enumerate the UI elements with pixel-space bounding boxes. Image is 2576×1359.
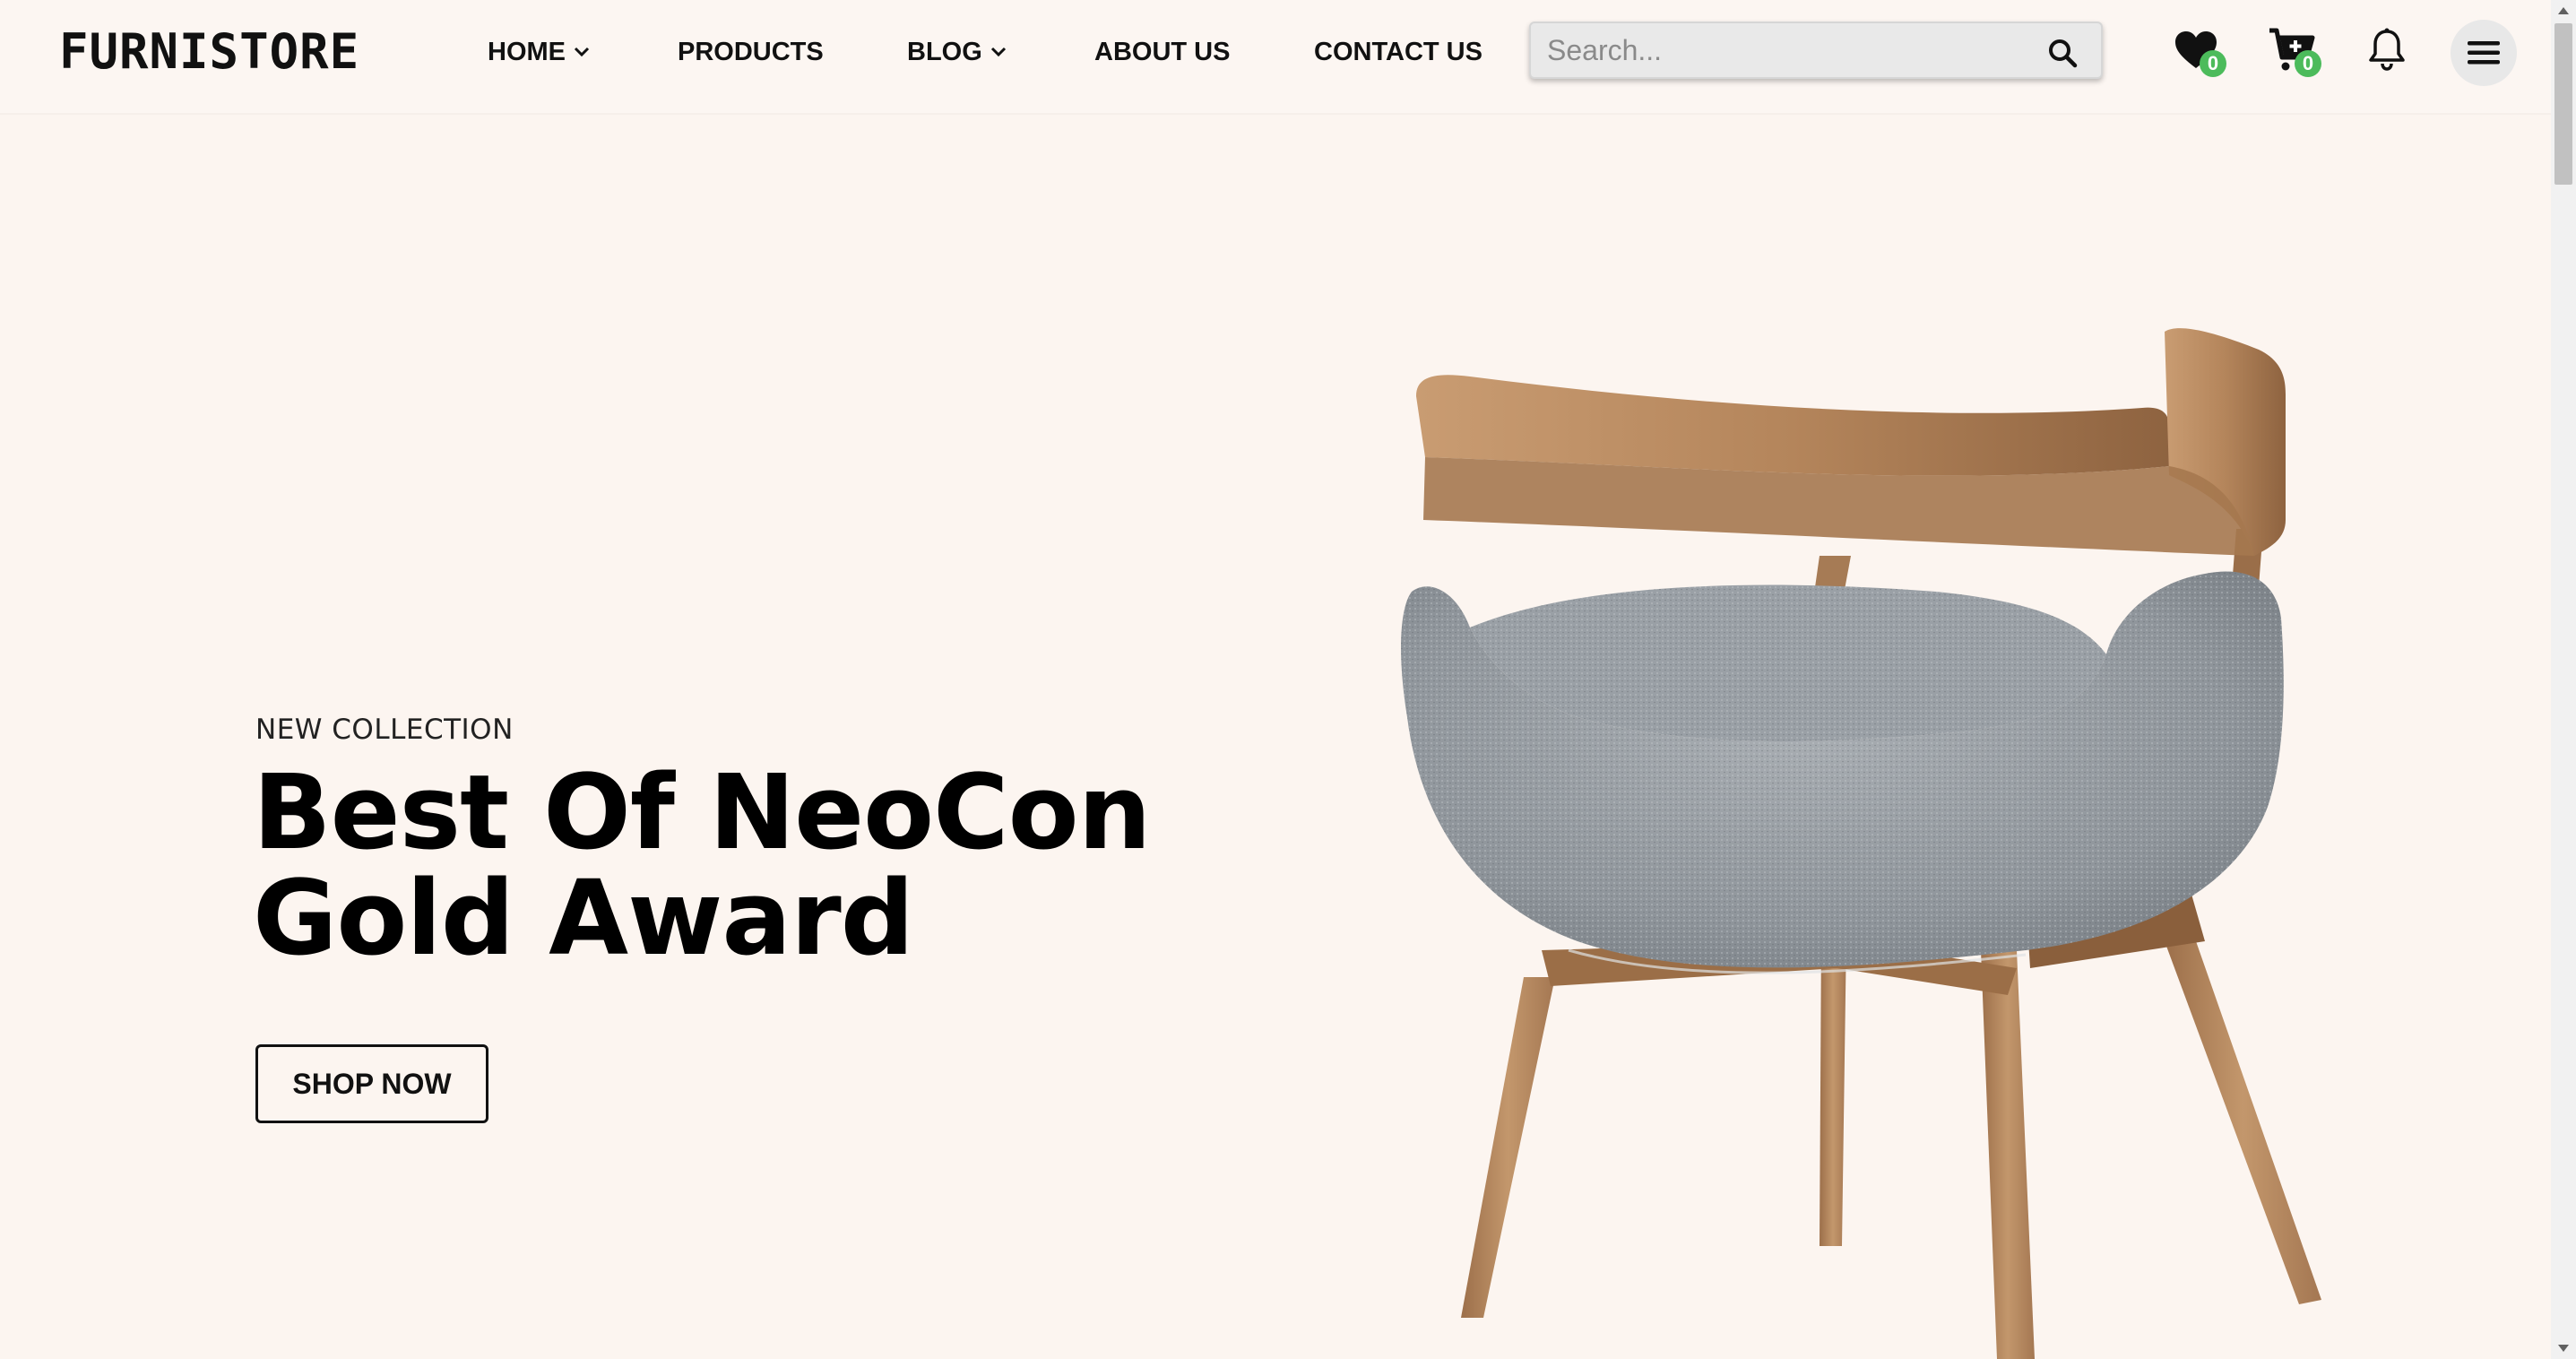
nav-contact-us[interactable]: CONTACT US bbox=[1314, 36, 1482, 68]
notifications-button[interactable] bbox=[2363, 25, 2413, 75]
hero-title-line-1: Best Of NeoCon bbox=[253, 753, 1151, 873]
logo[interactable]: FURNISTORE bbox=[59, 23, 359, 80]
scroll-down-arrow-icon[interactable] bbox=[2558, 1345, 2569, 1352]
nav-blog[interactable]: BLOG bbox=[907, 36, 1007, 68]
nav-contact-us-label: CONTACT US bbox=[1314, 37, 1482, 66]
search-bar bbox=[1529, 22, 2103, 79]
hamburger-menu-icon bbox=[2468, 41, 2500, 65]
page: FURNISTORE HOME PRODUCTS BLOG ABOUT US C… bbox=[0, 0, 2576, 1359]
scrollbar-thumb[interactable] bbox=[2554, 23, 2572, 185]
nav-home[interactable]: HOME bbox=[488, 36, 591, 68]
search-input[interactable] bbox=[1547, 30, 2031, 70]
chevron-down-icon bbox=[990, 47, 1006, 57]
shop-now-button[interactable]: SHOP NOW bbox=[255, 1044, 488, 1123]
page-scrollbar[interactable] bbox=[2551, 0, 2576, 1359]
scroll-up-arrow-icon[interactable] bbox=[2558, 7, 2569, 14]
hero-chair-image bbox=[1401, 328, 2321, 1359]
hero-title-line-2: Gold Award bbox=[253, 859, 914, 979]
hero-title: Best Of NeoCon Gold Award bbox=[253, 760, 1239, 972]
cart-button[interactable]: 0 bbox=[2268, 25, 2321, 77]
chevron-down-icon bbox=[574, 47, 590, 57]
nav-home-label: HOME bbox=[488, 37, 566, 66]
hero-eyebrow: NEW COLLECTION bbox=[255, 714, 514, 746]
menu-button[interactable] bbox=[2451, 20, 2517, 86]
wishlist-button[interactable]: 0 bbox=[2173, 25, 2226, 77]
nav-about-us[interactable]: ABOUT US bbox=[1094, 36, 1230, 68]
site-header: FURNISTORE HOME PRODUCTS BLOG ABOUT US C… bbox=[0, 0, 2551, 115]
wishlist-count-badge: 0 bbox=[2200, 50, 2226, 77]
bell-icon bbox=[2369, 28, 2405, 71]
nav-blog-label: BLOG bbox=[907, 37, 982, 66]
search-icon[interactable] bbox=[2047, 38, 2078, 68]
nav-about-us-label: ABOUT US bbox=[1094, 37, 1231, 66]
nav-products-label: PRODUCTS bbox=[678, 37, 824, 66]
nav-products[interactable]: PRODUCTS bbox=[678, 36, 824, 68]
cart-count-badge: 0 bbox=[2295, 50, 2321, 77]
